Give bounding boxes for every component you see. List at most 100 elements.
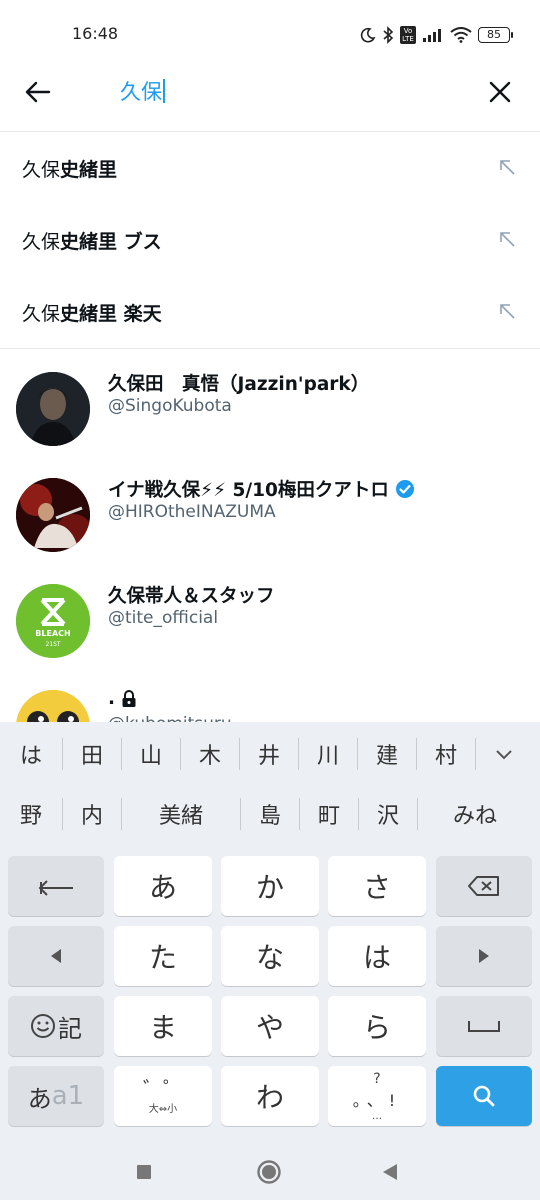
back-nav-button[interactable]	[374, 1156, 406, 1188]
kana-key-ya[interactable]: や	[221, 996, 319, 1056]
status-icons: Vo LTE 85	[360, 24, 513, 46]
home-button[interactable]	[253, 1156, 285, 1188]
user-handle: @tite_official	[108, 608, 219, 628]
kana-key-a[interactable]: あ	[114, 856, 212, 916]
candidate-word[interactable]: は	[0, 738, 62, 770]
candidate-word[interactable]: 田	[63, 738, 121, 770]
clear-search-button[interactable]	[482, 74, 518, 110]
candidate-word[interactable]: 井	[240, 738, 298, 770]
recents-button[interactable]	[128, 1156, 160, 1188]
search-key[interactable]	[436, 1066, 532, 1126]
avatar	[16, 478, 90, 552]
triangle-right-icon	[479, 949, 489, 963]
kana-key-sa[interactable]: さ	[328, 856, 426, 916]
user-display-name-text: .	[108, 688, 116, 709]
candidate-word[interactable]: 野	[0, 798, 62, 830]
user-display-name: イナ戦久保⚡⚡ 5/10梅田クアトロ	[108, 476, 415, 502]
fill-query-arrow-icon[interactable]	[498, 302, 516, 320]
avatar	[16, 372, 90, 446]
user-display-name: 久保帯人＆スタッフ	[108, 586, 275, 607]
expand-candidates-button[interactable]	[476, 742, 532, 767]
user-results: 久保田 真悟（Jazzin'park） @SingoKubota イナ戦久保⚡⚡…	[0, 350, 540, 722]
kana-key-ta[interactable]: た	[114, 926, 212, 986]
bleach-logo-text: BLEACH	[35, 629, 70, 638]
suggestion-prefix: 久保	[22, 230, 61, 253]
triangle-back-icon	[383, 1164, 397, 1180]
backspace-left-key[interactable]	[8, 856, 104, 916]
input-mode-alnum: a1	[51, 1081, 85, 1111]
close-icon	[489, 81, 511, 103]
moon-icon	[360, 27, 376, 43]
kana-key-na[interactable]: な	[221, 926, 319, 986]
back-button[interactable]	[20, 74, 56, 110]
wifi-icon	[450, 27, 472, 43]
search-header: 久保	[0, 56, 540, 132]
cursor-right-key[interactable]	[436, 926, 532, 986]
user-result-item[interactable]: 久保田 真悟（Jazzin'park） @SingoKubota	[0, 350, 540, 456]
status-time: 16:48	[72, 24, 119, 43]
user-result-item[interactable]: . @kubomitsuru	[0, 668, 540, 722]
input-mode-key[interactable]: あ a1	[8, 1066, 104, 1126]
avatar	[16, 690, 90, 722]
suggestion-item[interactable]: 久保史緒里 ブス	[0, 204, 540, 276]
kana-key-ma[interactable]: ま	[114, 996, 212, 1056]
suggestion-text: 久保史緒里 ブス	[22, 227, 162, 254]
kana-key-ra[interactable]: ら	[328, 996, 426, 1056]
volte-icon: Vo LTE	[400, 26, 416, 44]
arrow-left-icon	[25, 81, 51, 103]
emoji-symbol-key[interactable]: 記	[8, 996, 104, 1056]
candidate-word[interactable]: 町	[300, 798, 358, 830]
candidate-word[interactable]: 川	[299, 738, 357, 770]
user-handle: @kubomitsuru	[108, 714, 232, 722]
punctuation-key[interactable]: ? 。、! …	[328, 1066, 426, 1126]
punctuation-key-top: ?	[373, 1070, 381, 1087]
punctuation-key-bottom: …	[372, 1110, 382, 1122]
candidate-word[interactable]: 島	[241, 798, 299, 830]
delete-key[interactable]	[436, 856, 532, 916]
candidate-word[interactable]: 建	[358, 738, 416, 770]
suggestion-completion: 史緒里 楽天	[60, 302, 162, 325]
text-caret	[163, 79, 165, 103]
keyboard: は 田 山 木 井 川 建 村 野 内 美緒 島 町 沢 みね あ か さ た …	[0, 722, 540, 1142]
arrow-undo-left-icon	[38, 880, 73, 896]
user-result-item[interactable]: イナ戦久保⚡⚡ 5/10梅田クアトロ @HIROtheINAZUMA	[0, 456, 540, 562]
kana-key-ha[interactable]: は	[328, 926, 426, 986]
lock-icon	[122, 689, 136, 707]
fill-query-arrow-icon[interactable]	[498, 230, 516, 248]
search-input[interactable]: 久保	[120, 76, 165, 106]
kana-key-ka[interactable]: か	[221, 856, 319, 916]
user-handle: @SingoKubota	[108, 396, 232, 416]
suggestion-completion: 史緒里	[60, 158, 118, 181]
suggestion-prefix: 久保	[22, 302, 61, 325]
candidate-word[interactable]: 沢	[359, 798, 417, 830]
kana-key-wa[interactable]: わ	[221, 1066, 319, 1126]
suggestion-text: 久保史緒里 楽天	[22, 299, 162, 326]
candidate-word[interactable]: 美緒	[122, 798, 240, 830]
square-icon	[137, 1165, 151, 1179]
candidate-word[interactable]: 山	[122, 738, 180, 770]
user-display-name: .	[108, 688, 137, 709]
bleach-logo-subtext: 21ST	[45, 641, 60, 648]
user-result-item[interactable]: BLEACH 21ST 久保帯人＆スタッフ @tite_official	[0, 562, 540, 668]
input-mode-kana: あ	[27, 1084, 52, 1113]
avatar: BLEACH 21ST	[16, 584, 90, 658]
candidate-word[interactable]: みね	[418, 798, 532, 830]
candidate-row: は 田 山 木 井 川 建 村	[0, 724, 540, 784]
suggestion-item[interactable]: 久保史緒里 楽天	[0, 276, 540, 348]
suggestion-item[interactable]: 久保史緒里	[0, 132, 540, 204]
cursor-left-key[interactable]	[8, 926, 104, 986]
candidate-word[interactable]: 内	[63, 798, 121, 830]
fill-query-arrow-icon[interactable]	[498, 158, 516, 176]
chevron-down-icon	[496, 749, 512, 759]
backspace-icon	[468, 876, 499, 896]
dakuten-key[interactable]: ゛゜ 大⇔小	[114, 1066, 212, 1126]
candidate-word[interactable]: 村	[417, 738, 475, 770]
space-key[interactable]	[436, 996, 532, 1056]
candidate-word[interactable]: 木	[181, 738, 239, 770]
space-icon	[468, 1021, 500, 1032]
search-icon	[473, 1085, 495, 1107]
smiley-icon	[31, 1014, 55, 1038]
divider	[0, 348, 540, 349]
battery-icon: 85	[478, 27, 513, 43]
bluetooth-icon	[383, 26, 394, 44]
